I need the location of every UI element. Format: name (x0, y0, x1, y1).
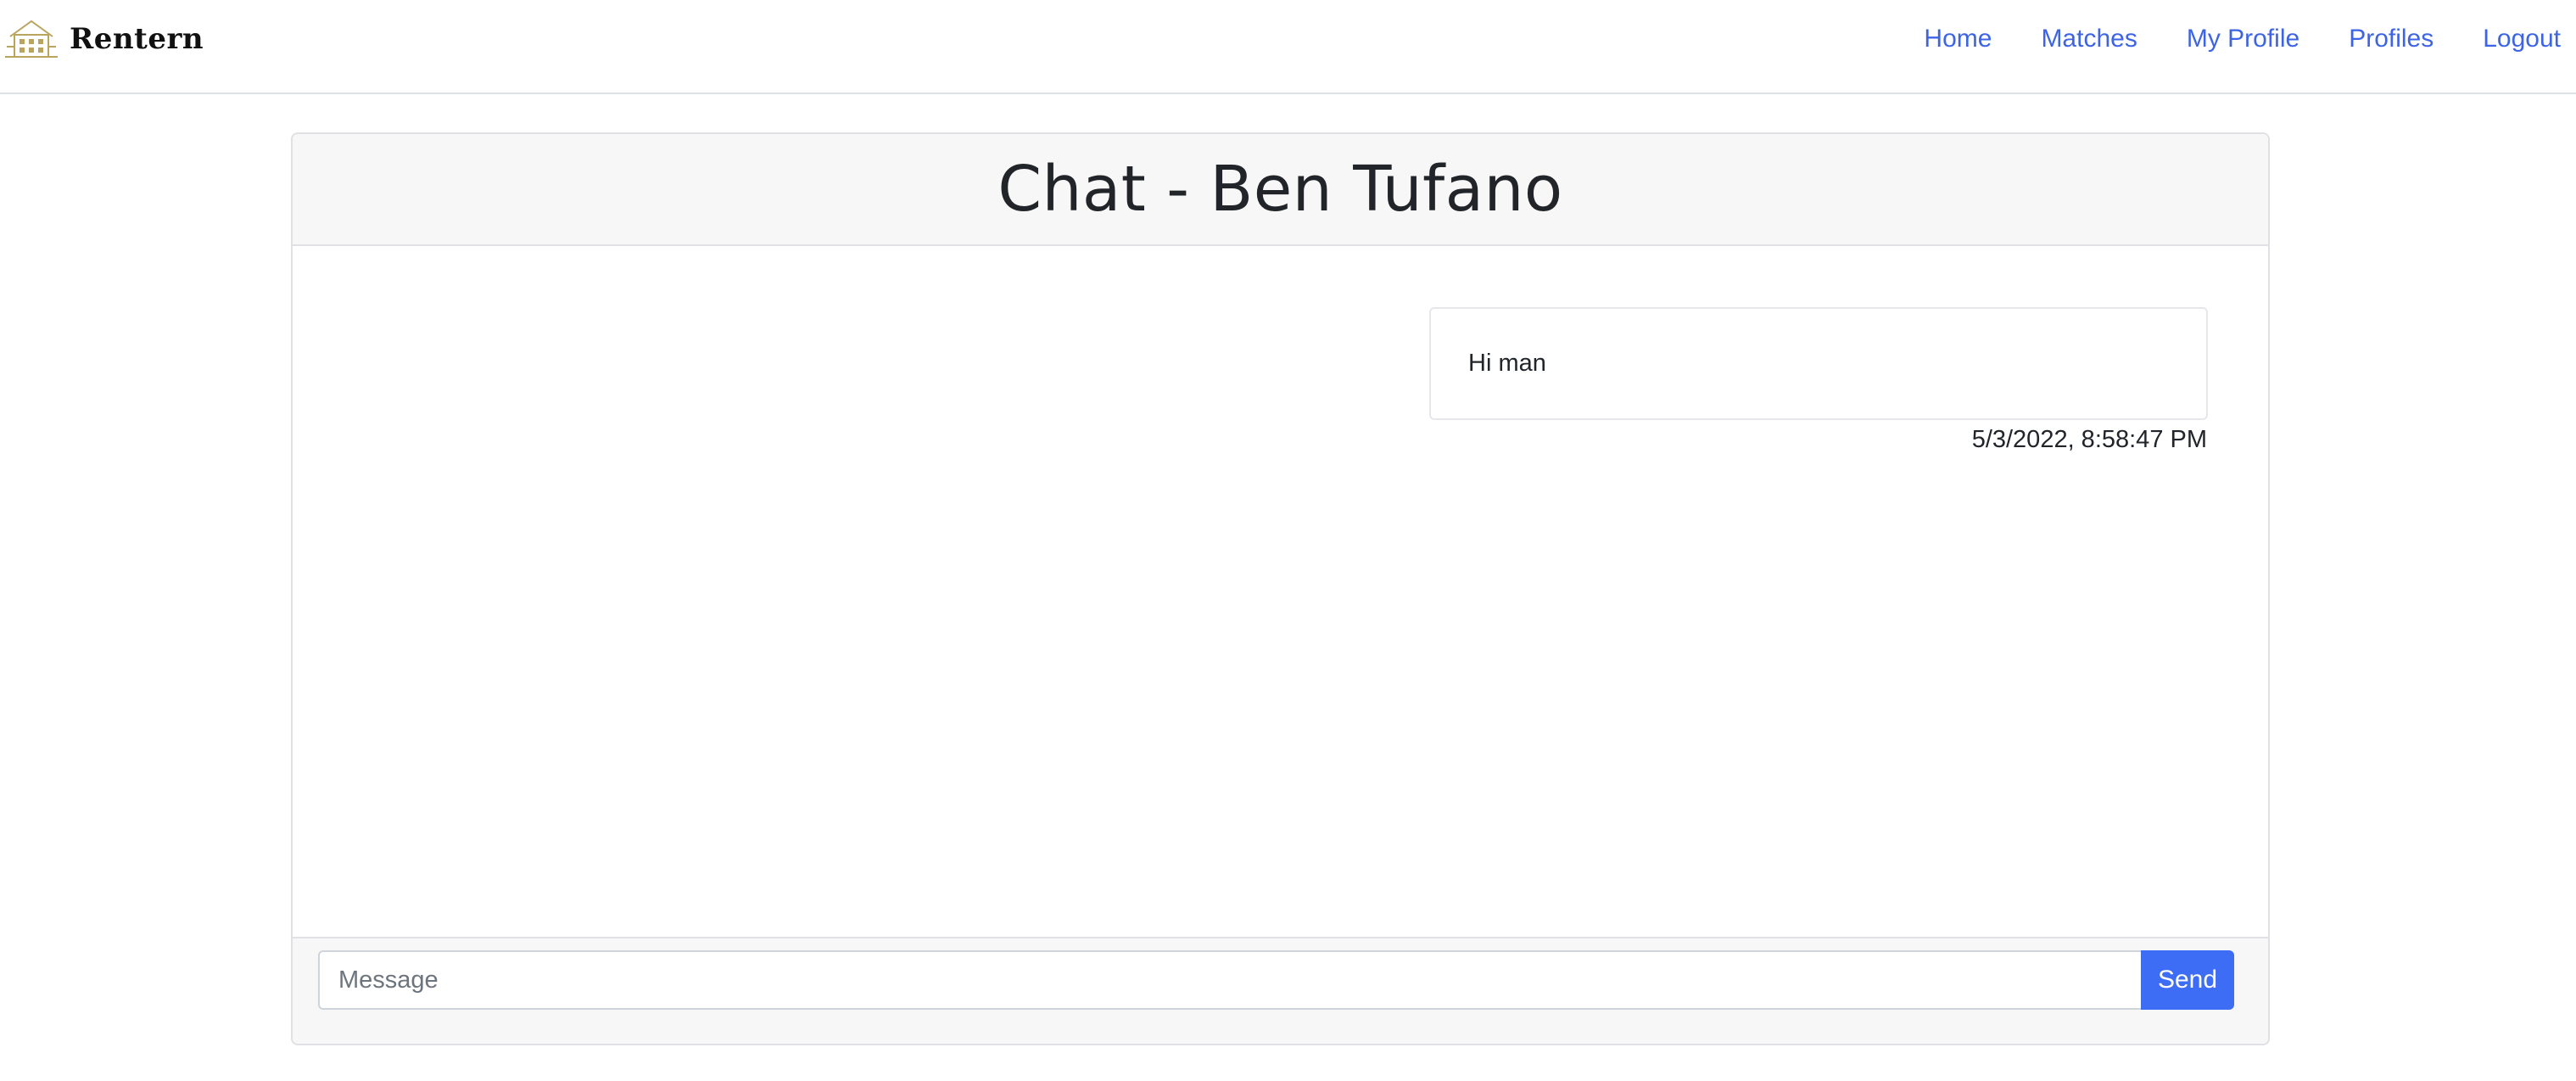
nav-link-profiles[interactable]: Profiles (2349, 25, 2434, 53)
message-list[interactable]: Hi man 5/3/2022, 8:58:47 PM (293, 246, 2268, 937)
message-input-group: Send (318, 950, 2234, 1010)
chat-card: Chat - Ben Tufano Hi man 5/3/2022, 8:58:… (291, 132, 2270, 1045)
message-bubble: Hi man (1429, 307, 2208, 420)
brand-name: Rentern (70, 22, 204, 56)
message-text: Hi man (1468, 350, 1546, 377)
nav-link-matches[interactable]: Matches (2041, 25, 2137, 53)
nav-links: Home Matches My Profile Profiles Logout (1875, 22, 2561, 56)
navbar: Rentern Home Matches My Profile Profiles… (0, 0, 2576, 94)
nav-link-logout[interactable]: Logout (2483, 25, 2561, 53)
house-logo-icon (5, 20, 58, 58)
chat-header: Chat - Ben Tufano (293, 134, 2268, 246)
message-input[interactable] (318, 950, 2141, 1010)
nav-link-home[interactable]: Home (1924, 25, 1992, 53)
nav-link-my-profile[interactable]: My Profile (2187, 25, 2299, 53)
chat-composer: Send (293, 937, 2268, 1044)
chat-title: Chat - Ben Tufano (997, 153, 1563, 226)
send-button[interactable]: Send (2141, 950, 2234, 1010)
brand-link[interactable]: Rentern (3, 15, 204, 63)
message-timestamp: 5/3/2022, 8:58:47 PM (1971, 426, 2207, 453)
